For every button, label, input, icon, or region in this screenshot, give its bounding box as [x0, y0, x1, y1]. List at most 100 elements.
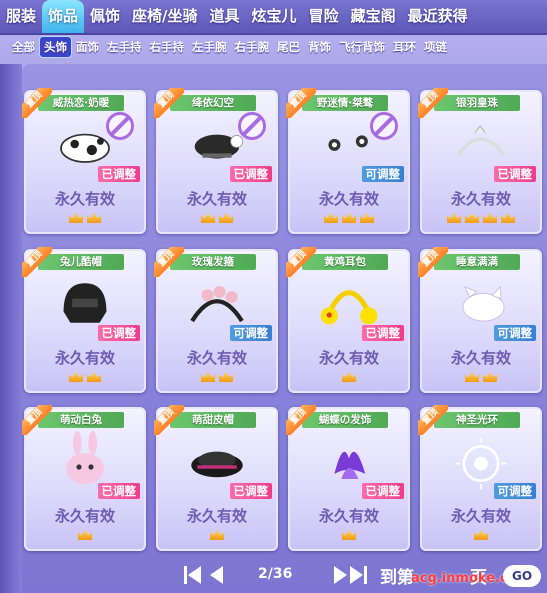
- crown-icon: [447, 213, 461, 223]
- item-card[interactable]: 绛依幻空 置顶 已调整 永久有效: [154, 88, 278, 234]
- item-image: [328, 135, 368, 151]
- top-tab[interactable]: 饰品: [42, 0, 85, 33]
- item-image: [63, 283, 107, 323]
- top-tab-bar: 服装 饰品 佩饰 座椅/坐骑 道具 炫宝儿 冒险 藏宝阁 最近获得: [0, 0, 547, 35]
- sub-tab[interactable]: 左手腕: [188, 37, 231, 57]
- crown-rating: [158, 212, 276, 226]
- sub-tab[interactable]: 项链: [420, 37, 451, 57]
- item-card[interactable]: 银羽皇珠 置顶 已调整 永久有效: [418, 88, 542, 234]
- item-card[interactable]: 黄鸡耳包 置顶 已调整 永久有效: [286, 247, 410, 393]
- status-badge: 可调整: [493, 483, 536, 499]
- sub-tab[interactable]: 右手腕: [231, 37, 274, 57]
- duration-label: 永久有效: [318, 349, 379, 367]
- sub-tab[interactable]: 飞行背饰: [335, 37, 389, 57]
- crown-icon: [69, 213, 83, 223]
- sub-tab[interactable]: 头饰: [39, 36, 72, 58]
- item-card[interactable]: 睡意满满 置顶 可调整 永久有效: [418, 247, 542, 393]
- sub-tab[interactable]: 右手持: [146, 37, 189, 57]
- top-tab[interactable]: 道具: [204, 0, 246, 33]
- item-card[interactable]: 萌动白兔 置顶 已调整 永久有效: [22, 405, 146, 551]
- crown-icon: [69, 372, 83, 382]
- item-image: [456, 125, 506, 157]
- status-badge: 可调整: [361, 166, 404, 182]
- top-tab[interactable]: 炫宝儿: [246, 0, 303, 33]
- duration-label: 永久有效: [54, 507, 115, 525]
- crown-rating: [290, 212, 408, 226]
- last-page-button[interactable]: [348, 564, 376, 586]
- crown-icon: [87, 372, 101, 382]
- item-image: [320, 290, 378, 325]
- duration-label: 永久有效: [450, 190, 511, 208]
- crown-icon: [465, 372, 479, 382]
- item-image: [455, 437, 507, 490]
- page-indicator: 2/36: [258, 566, 293, 582]
- crown-icon: [360, 213, 374, 223]
- item-image: [191, 451, 243, 478]
- top-tab[interactable]: 藏宝阁: [345, 0, 402, 33]
- crown-icon: [465, 213, 479, 223]
- item-image: [66, 431, 104, 485]
- sub-tab[interactable]: 背饰: [304, 37, 335, 57]
- status-badge: 已调整: [361, 325, 404, 341]
- status-badge: 可调整: [493, 325, 536, 341]
- status-badge: 已调整: [229, 483, 272, 499]
- item-image: [190, 285, 244, 323]
- sub-tab[interactable]: 面饰: [72, 37, 103, 57]
- sub-tab[interactable]: 耳环: [389, 37, 420, 57]
- top-tab[interactable]: 最近获得: [402, 0, 474, 33]
- top-tab[interactable]: 佩饰: [84, 0, 126, 33]
- go-button[interactable]: GO: [503, 565, 541, 587]
- crown-icon: [78, 530, 92, 540]
- crown-rating: [26, 212, 144, 226]
- status-badge: 已调整: [229, 166, 272, 182]
- status-badge: 已调整: [493, 166, 536, 182]
- crown-icon: [87, 213, 101, 223]
- duration-label: 永久有效: [450, 507, 511, 525]
- item-card[interactable]: 蝴蝶の发饰 置顶 已调整 永久有效: [286, 405, 410, 551]
- crown-rating: [26, 371, 144, 385]
- crown-icon: [342, 372, 356, 382]
- status-badge: 已调整: [97, 325, 140, 341]
- crown-rating: [290, 371, 408, 385]
- crown-rating: [422, 371, 540, 385]
- left-frame: [0, 64, 22, 593]
- crown-icon: [342, 213, 356, 223]
- duration-label: 永久有效: [186, 507, 247, 525]
- sub-tab[interactable]: 全部: [8, 37, 39, 57]
- crown-icon: [201, 213, 215, 223]
- crown-icon: [324, 213, 338, 223]
- duration-label: 永久有效: [318, 507, 379, 525]
- top-tab[interactable]: 服装: [0, 0, 42, 33]
- item-card[interactable]: 野迷情·桀骜 置顶 可调整 永久有效: [286, 88, 410, 234]
- crown-icon: [201, 372, 215, 382]
- item-image: [60, 133, 110, 163]
- item-image: [334, 451, 366, 479]
- duration-label: 永久有效: [186, 349, 247, 367]
- sub-tab[interactable]: 尾巴: [273, 37, 304, 57]
- crown-icon: [210, 530, 224, 540]
- duration-label: 永久有效: [450, 349, 511, 367]
- duration-label: 永久有效: [318, 190, 379, 208]
- sub-tab[interactable]: 左手持: [103, 37, 146, 57]
- crown-icon: [501, 213, 515, 223]
- item-image: [194, 134, 244, 159]
- crown-rating: [422, 212, 540, 226]
- crown-icon: [219, 372, 233, 382]
- duration-label: 永久有效: [54, 349, 115, 367]
- top-tab[interactable]: 座椅/坐骑: [126, 0, 203, 33]
- top-tab[interactable]: 冒险: [303, 0, 345, 33]
- item-card[interactable]: 玫瑰发箍 置顶 可调整 永久有效: [154, 247, 278, 393]
- crown-icon: [219, 213, 233, 223]
- crown-rating: [290, 529, 408, 543]
- item-card[interactable]: 神圣光环 置顶 可调整 永久有效: [418, 405, 542, 551]
- crown-icon: [483, 372, 497, 382]
- item-card[interactable]: 威热恋·奶暖 置顶 已调整 永久有效: [22, 88, 146, 234]
- item-card[interactable]: 萌甜皮帽 置顶 已调整 永久有效: [154, 405, 278, 551]
- crown-rating: [158, 371, 276, 385]
- crown-icon: [483, 213, 497, 223]
- prev-page-button[interactable]: [206, 564, 234, 586]
- status-badge: 已调整: [361, 483, 404, 499]
- crown-rating: [422, 529, 540, 543]
- duration-label: 永久有效: [186, 190, 247, 208]
- item-card[interactable]: 兔儿酷帽 置顶 已调整 永久有效: [22, 247, 146, 393]
